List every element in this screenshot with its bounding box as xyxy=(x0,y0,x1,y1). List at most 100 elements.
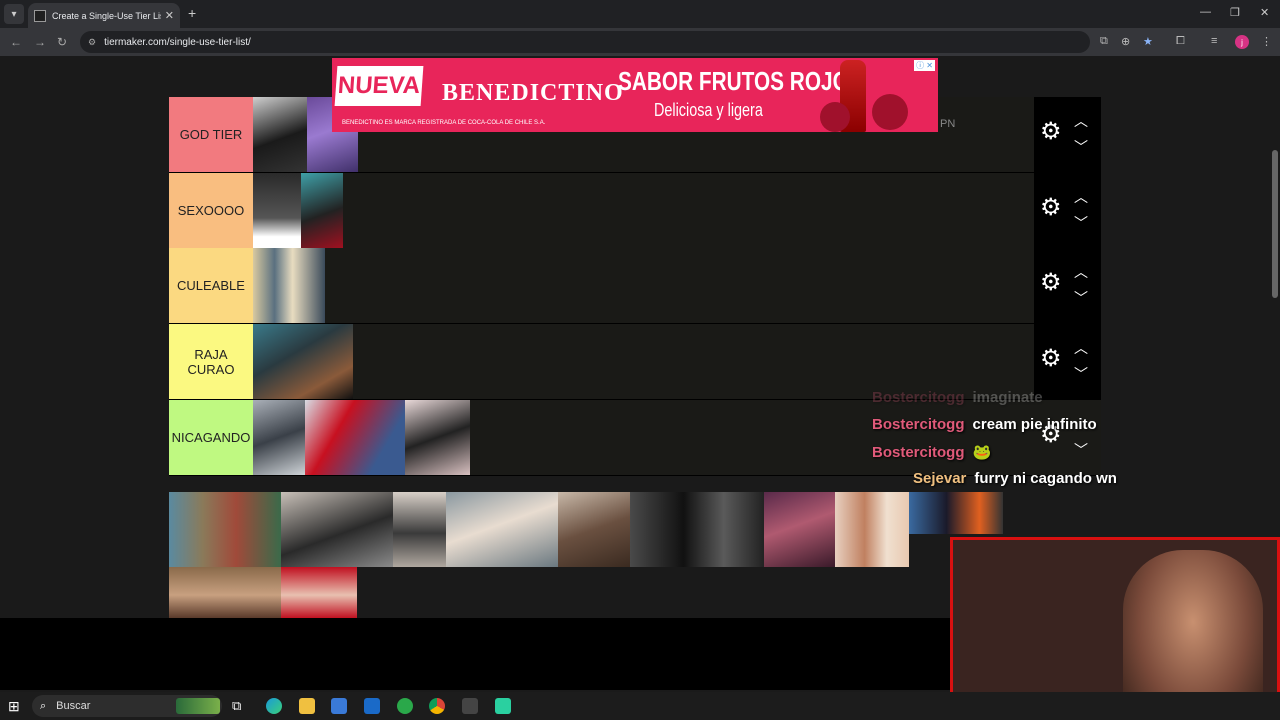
tier-row-2: CULEABLE ⚙ ︿ ﹀ xyxy=(169,248,1101,324)
reload-icon[interactable]: ↻ xyxy=(57,35,67,49)
tiermaker-favicon-icon xyxy=(34,9,46,22)
obs-icon[interactable] xyxy=(462,698,478,714)
minimize-icon[interactable]: — xyxy=(1200,6,1211,18)
chat-message: Bostercitogg cream pie infinito xyxy=(872,416,1097,433)
outlook-icon[interactable] xyxy=(364,698,380,714)
move-down-chevron-icon[interactable]: ﹀ xyxy=(1074,440,1088,460)
tier-row-4: NICAGANDO ⚙ ﹀ xyxy=(169,400,1101,476)
tab-title: Create a Single-Use Tier List (P... xyxy=(52,10,161,21)
app-icon[interactable] xyxy=(397,698,413,714)
translate-icon[interactable]: ⧉ xyxy=(1100,35,1108,48)
tier-items xyxy=(253,400,470,475)
pool-image[interactable] xyxy=(764,492,835,567)
pool-image[interactable] xyxy=(281,492,393,567)
tier-image[interactable] xyxy=(253,248,325,323)
tier-items xyxy=(253,324,353,399)
page-scrollbar[interactable] xyxy=(1272,150,1278,298)
task-view-icon[interactable]: ⧉ xyxy=(232,698,248,714)
extensions-icon[interactable]: ⧠ xyxy=(1176,35,1185,48)
move-down-chevron-icon[interactable]: ﹀ xyxy=(1074,213,1088,233)
tier-label[interactable]: CULEABLE xyxy=(169,248,253,323)
unranked-pool-row-2 xyxy=(169,567,357,618)
site-info-icon[interactable]: ⚙ xyxy=(88,37,96,48)
chat-text: furry ni cagando wn xyxy=(974,470,1117,487)
tier-image[interactable] xyxy=(305,400,405,475)
tier-settings-gear-icon[interactable]: ⚙ xyxy=(1040,196,1062,220)
edge-icon[interactable] xyxy=(266,698,282,714)
restore-icon[interactable]: ❐ xyxy=(1230,6,1240,19)
tier-items xyxy=(253,173,343,248)
tab-close-icon[interactable]: ✕ xyxy=(165,9,174,22)
ad-title: SABOR FRUTOS ROJOS xyxy=(618,66,863,96)
chat-emote: 🐸 xyxy=(972,444,992,461)
tier-controls: ⚙ ︿ ﹀ xyxy=(1034,324,1101,399)
tier-settings-gear-icon[interactable]: ⚙ xyxy=(1040,271,1062,295)
tier-label[interactable]: RAJA CURAO xyxy=(169,324,253,399)
tier-image[interactable] xyxy=(405,400,470,475)
pool-image[interactable] xyxy=(909,492,1003,534)
move-up-chevron-icon[interactable]: ︿ xyxy=(1074,338,1088,358)
tier-image[interactable] xyxy=(253,400,305,475)
widgets-icon[interactable] xyxy=(176,698,220,714)
forward-icon[interactable]: → xyxy=(34,35,46,49)
file-explorer-icon[interactable] xyxy=(299,698,315,714)
search-icon: ⌕ xyxy=(40,699,47,712)
move-up-chevron-icon[interactable]: ︿ xyxy=(1074,262,1088,282)
tier-label[interactable]: GOD TIER xyxy=(169,97,253,172)
windows-taskbar: ⊞ ⌕ Buscar ⧉ xyxy=(0,692,1280,720)
unranked-pool-row-1 xyxy=(169,492,1003,567)
reading-list-icon[interactable]: ≡ xyxy=(1211,35,1217,47)
tier-label[interactable]: SEXOOOO xyxy=(169,173,253,248)
tier-image[interactable] xyxy=(301,173,343,248)
move-up-chevron-icon[interactable]: ︿ xyxy=(1074,111,1088,131)
address-bar[interactable]: ⚙ tiermaker.com/single-use-tier-list/ xyxy=(80,31,1090,53)
tier-image[interactable] xyxy=(253,97,307,172)
chat-text: cream pie infinito xyxy=(972,416,1097,433)
chat-message: Sejevar furry ni cagando wn xyxy=(913,470,1117,487)
chrome-icon[interactable] xyxy=(429,698,445,714)
tab-search-icon[interactable]: ▾ xyxy=(4,4,24,24)
move-down-chevron-icon[interactable]: ﹀ xyxy=(1074,137,1088,157)
ad-brand: BENEDICTINO xyxy=(442,80,624,106)
new-tab-icon[interactable]: + xyxy=(188,5,196,21)
tier-settings-gear-icon[interactable]: ⚙ xyxy=(1040,347,1062,371)
pool-image[interactable] xyxy=(558,492,630,567)
active-tab[interactable]: Create a Single-Use Tier List (P... ✕ xyxy=(28,3,180,28)
pool-image[interactable] xyxy=(393,492,446,567)
chat-username: Bostercitogg xyxy=(872,444,965,461)
tier-label[interactable]: NICAGANDO xyxy=(169,400,253,475)
back-icon[interactable]: ← xyxy=(10,35,22,49)
bookmark-star-icon[interactable]: ★ xyxy=(1143,35,1153,48)
chat-message: Bostercitogg imaginate xyxy=(872,389,1043,406)
window-close-icon[interactable]: ✕ xyxy=(1260,6,1269,19)
move-down-chevron-icon[interactable]: ﹀ xyxy=(1074,364,1088,384)
menu-kebab-icon[interactable]: ⋮ xyxy=(1261,35,1272,48)
pool-image[interactable] xyxy=(169,492,281,567)
tier-controls: ⚙ ﹀ xyxy=(1034,400,1101,475)
ad-info-close-icon[interactable]: ⓘ ✕ xyxy=(914,60,935,71)
pool-image[interactable] xyxy=(169,567,281,618)
tier-image[interactable] xyxy=(253,324,353,399)
chat-message: Bostercitogg 🐸 xyxy=(872,443,991,461)
store-icon[interactable] xyxy=(331,698,347,714)
tier-controls: ⚙ ︿ ﹀ xyxy=(1034,248,1101,323)
app-icon[interactable] xyxy=(495,698,511,714)
chat-username: Bostercitogg xyxy=(872,416,965,433)
tier-image[interactable] xyxy=(253,173,301,248)
advertisement-banner[interactable]: NUEVA BENEDICTINO BENEDICTINO ES MARCA R… xyxy=(332,58,938,132)
pool-image[interactable] xyxy=(630,492,764,567)
move-down-chevron-icon[interactable]: ﹀ xyxy=(1074,288,1088,308)
pool-image[interactable] xyxy=(281,567,357,618)
pool-image[interactable] xyxy=(835,492,909,567)
browser-toolbar: ← → ↻ ⚙ tiermaker.com/single-use-tier-li… xyxy=(0,28,1280,56)
tier-row-1: SEXOOOO ⚙ ︿ ﹀ xyxy=(169,173,1101,249)
profile-avatar[interactable]: j xyxy=(1235,35,1249,49)
tier-settings-gear-icon[interactable]: ⚙ xyxy=(1040,120,1062,144)
pool-image[interactable] xyxy=(446,492,558,567)
tier-items xyxy=(253,248,325,323)
windows-start-icon[interactable]: ⊞ xyxy=(8,698,24,714)
move-up-chevron-icon[interactable]: ︿ xyxy=(1074,187,1088,207)
ad-badge: NUEVA xyxy=(334,66,424,106)
zoom-icon[interactable]: ⊕ xyxy=(1121,35,1130,48)
ad-fruit-image xyxy=(872,94,908,130)
